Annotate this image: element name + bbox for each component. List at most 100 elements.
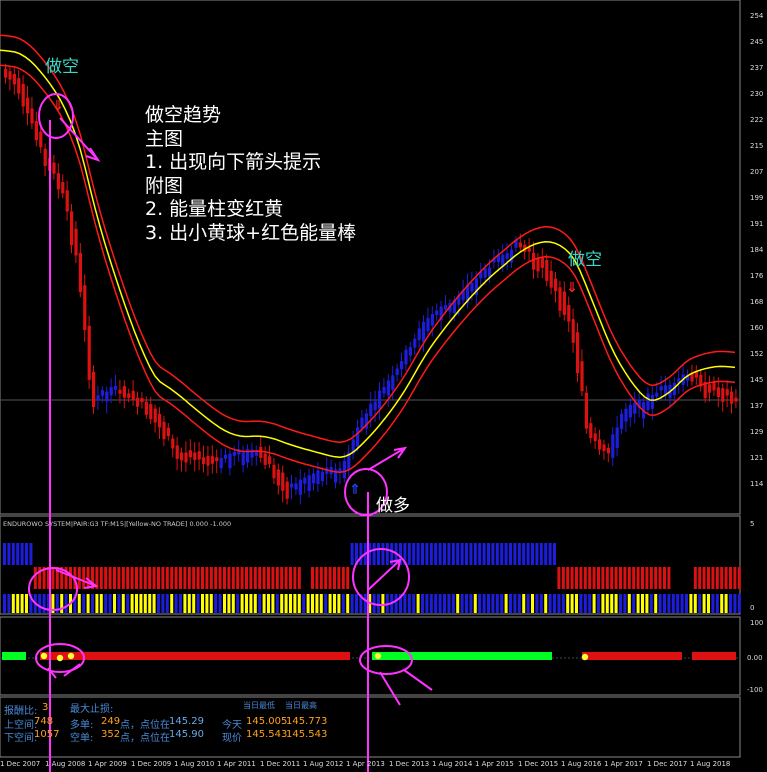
candle	[602, 444, 606, 452]
energy-bar-low	[363, 594, 367, 613]
energy-bar-low	[698, 594, 702, 613]
energy-bar-low	[271, 594, 275, 613]
energy-bar-low	[201, 594, 204, 613]
candle	[219, 458, 223, 469]
candle	[690, 373, 694, 382]
energy-bar	[179, 567, 182, 589]
energy-bar-low	[99, 594, 103, 613]
energy-bar-low	[473, 594, 477, 613]
energy-bar	[319, 567, 323, 589]
energy-bar	[346, 567, 350, 589]
energy-bar	[152, 567, 156, 589]
note-line: 2. 能量柱变红黄	[145, 198, 284, 220]
now-b: 145.543	[286, 729, 328, 740]
energy-bar	[148, 567, 152, 589]
candle	[202, 457, 206, 465]
yellow-ball-icon	[374, 652, 382, 660]
energy-bar-low	[641, 594, 644, 613]
candle	[536, 258, 540, 272]
candle	[303, 477, 307, 484]
candle	[593, 433, 597, 442]
candle	[162, 421, 166, 440]
energy-bar	[3, 543, 6, 565]
candle	[589, 423, 593, 439]
energy-bar	[16, 543, 20, 565]
candle	[395, 368, 399, 376]
price-tick: 254	[750, 12, 764, 20]
energy-bar	[548, 543, 552, 565]
energy-bar-low	[130, 594, 134, 613]
energy-bar-low	[170, 594, 174, 613]
note-line: 附图	[145, 174, 184, 197]
energy-bar-low	[425, 594, 429, 613]
energy-bar	[223, 567, 226, 589]
energy-bar	[469, 543, 473, 565]
candle	[540, 257, 544, 268]
up-arrow-icon: ⇑	[349, 482, 361, 498]
energy-bar	[575, 567, 578, 589]
energy-bar	[443, 543, 446, 565]
energy-bar	[487, 543, 490, 565]
energy-bar-low	[311, 594, 314, 613]
candle	[140, 398, 144, 403]
candle	[153, 408, 157, 423]
energy-bar-low	[20, 594, 24, 613]
energy-bar	[447, 543, 451, 565]
energy-bar	[253, 567, 257, 589]
date-tick: 1 Aug 2016	[561, 760, 602, 768]
energy-bar-low	[161, 594, 165, 613]
candle	[127, 393, 131, 398]
now-label: 现价	[222, 733, 242, 744]
energy-bar-low	[95, 594, 99, 613]
chart-canvas[interactable]: ⇓ ⇓ ⇑	[0, 0, 767, 772]
energy-bar	[614, 567, 618, 589]
candle	[659, 386, 663, 391]
energy-bar	[654, 567, 658, 589]
energy-bar	[557, 567, 561, 589]
energy-bar	[491, 543, 495, 565]
candle	[298, 479, 302, 495]
energy-bar	[737, 567, 741, 589]
short-label-top: 做空	[45, 57, 79, 77]
candle	[554, 278, 558, 292]
candle	[118, 389, 122, 394]
candle	[598, 439, 602, 450]
energy-bar	[104, 567, 108, 589]
candle	[149, 404, 153, 420]
energy-bar	[478, 543, 482, 565]
energy-bar	[566, 567, 570, 589]
energy-bar-low	[7, 594, 11, 613]
energy-bar	[174, 567, 178, 589]
energy-bar-low	[465, 594, 468, 613]
energy-bar	[20, 543, 24, 565]
energy-bar	[324, 567, 328, 589]
energy-bar-low	[504, 594, 508, 613]
energy-bar-low	[394, 594, 398, 613]
energy-bar	[407, 543, 411, 565]
energy-bar-low	[306, 594, 310, 613]
candle	[646, 393, 650, 410]
candle	[215, 457, 219, 462]
energy-bar-low	[619, 594, 622, 613]
candle	[52, 162, 56, 174]
energy-bar	[416, 543, 420, 565]
energy-bar-low	[157, 594, 160, 613]
candle	[518, 242, 522, 248]
energy-bar	[297, 567, 301, 589]
energy-bar	[513, 543, 517, 565]
energy-bar	[227, 567, 231, 589]
energy-bar	[143, 567, 147, 589]
energy-bar	[311, 567, 314, 589]
energy-bar-low	[478, 594, 482, 613]
energy-bar-low	[451, 594, 455, 613]
candle	[30, 108, 34, 124]
energy-bar-low	[82, 594, 86, 613]
signal-bar-red	[582, 652, 682, 660]
candle	[382, 386, 386, 394]
signal-bar-red	[692, 652, 736, 660]
energy-bar-low	[258, 594, 262, 613]
candle	[316, 470, 320, 484]
candle	[571, 319, 575, 343]
energy-bar-low	[377, 594, 380, 613]
energy-bar	[121, 567, 125, 589]
